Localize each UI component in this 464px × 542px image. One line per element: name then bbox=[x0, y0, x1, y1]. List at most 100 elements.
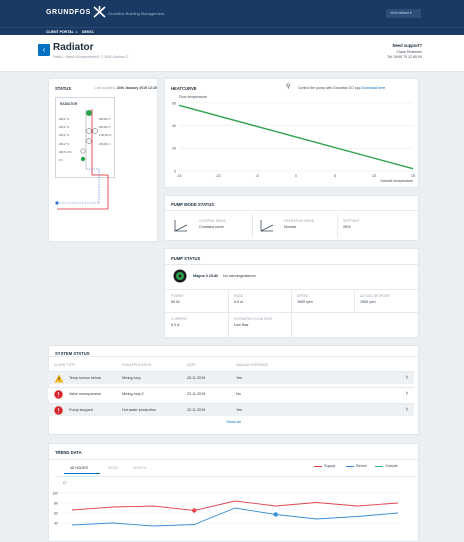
diagram-right-values: 250,00 m³ 250,00 m³ 2 20,00 m³ 200,00 m³ bbox=[99, 116, 111, 149]
metric-label: ESTIMATED FLOW RATE bbox=[234, 317, 273, 321]
metric-value: 0.0 A bbox=[171, 323, 180, 327]
control-curve-icon bbox=[174, 220, 188, 232]
alarm-date: 23.11.2019 bbox=[187, 392, 206, 396]
metric-label: POWER bbox=[171, 294, 184, 298]
pump-status-icon bbox=[173, 269, 187, 283]
setpoint-value: 28% bbox=[343, 225, 351, 229]
pump-mode-title: PUMP MODE STATUS bbox=[171, 202, 215, 207]
manual-override: Yes bbox=[236, 408, 243, 412]
column-header: DATE bbox=[187, 363, 196, 367]
last-updated-label: Last updated: bbox=[94, 86, 116, 90]
app-name: Grundfos Building Management bbox=[108, 11, 165, 16]
pump-message: No warnings/alarms bbox=[223, 274, 256, 278]
sub-application: Mixing loop 2 bbox=[122, 392, 144, 396]
download-link[interactable]: Download here bbox=[362, 86, 386, 90]
table-row[interactable]: Temp sensor failure Mixing loop 28.11.20… bbox=[48, 371, 414, 384]
left-value: 200,2 °C bbox=[59, 126, 70, 130]
left-value: 200,2 °C bbox=[59, 118, 70, 121]
legend-swatch-supply bbox=[314, 466, 322, 467]
metric-value: 1900 rpm bbox=[297, 300, 313, 304]
left-value: 200,6 m³/h bbox=[59, 150, 72, 154]
column-header: SUB APPLICATION bbox=[122, 363, 152, 367]
operating-mode-value: Normal bbox=[284, 225, 296, 229]
control-mode-label: CONTROL MODE bbox=[199, 219, 226, 223]
left-value: 200,2 °C bbox=[59, 142, 70, 146]
sub-application: Mixing loop bbox=[122, 376, 141, 380]
breadcrumb: CLIENT PORTAL ▸ DEKK1 bbox=[0, 27, 464, 35]
supply-line bbox=[71, 500, 399, 511]
alarm-type: Temp sensor failure bbox=[69, 376, 102, 380]
metric-label: SPEED bbox=[297, 294, 309, 298]
operating-mode-icon bbox=[260, 220, 274, 232]
metric-value: 50 W bbox=[171, 300, 180, 304]
active-tab-indicator bbox=[64, 473, 100, 474]
user-menu-dropdown[interactable]: View default ▾ bbox=[386, 9, 421, 18]
pump-mode-card: PUMP MODE STATUS CONTROL MODE Constant c… bbox=[164, 195, 420, 241]
heatcurve-control-text: Control the pump with Grundfos GO app bbox=[298, 86, 361, 90]
setpoint-label: SETPOINT bbox=[343, 219, 360, 223]
left-value: 0 h bbox=[59, 159, 63, 163]
trend-title: TREND DATA bbox=[55, 450, 82, 455]
table-row[interactable]: Pump stopped Hot water production 22.11.… bbox=[48, 403, 414, 416]
heatcurve-card: HEATCURVE ⚲ Control the pump with Grundf… bbox=[164, 78, 419, 188]
tab-48-hours[interactable]: 48 HOURS bbox=[70, 466, 88, 470]
metric-label: CURRENT bbox=[171, 317, 188, 321]
column-header: MANUAL OVERRIDE bbox=[236, 363, 268, 367]
metric-value: 0.0 m bbox=[234, 300, 244, 304]
sub-application: Hot water production bbox=[122, 408, 157, 412]
diagram-left-values: 200,2 °C 200,2 °C 200,2 °C 200,2 °C 200,… bbox=[59, 116, 71, 165]
alert-icon bbox=[54, 390, 63, 399]
control-mode-value: Constant curve bbox=[199, 225, 224, 229]
page-title: Radiator bbox=[53, 42, 94, 53]
top-bar: GRUNDFOS Grundfos Building Management Vi… bbox=[0, 0, 464, 27]
x-tick-label: 5 bbox=[334, 174, 336, 178]
grundfos-x-icon bbox=[93, 6, 106, 18]
support-info: Need support? Claus Pedersen Tel: 0045 7… bbox=[387, 43, 422, 61]
heatcurve-chart: Flow temperature 0 20 40 60 -15 -10 -5 0 5 10 15Out… bbox=[172, 95, 415, 183]
right-value: 250,00 m³ bbox=[99, 126, 111, 130]
supply-line-marker bbox=[192, 508, 197, 513]
pump-status-title: PUMP STATUS bbox=[171, 256, 201, 261]
x-tick-label: -5 bbox=[255, 174, 258, 178]
left-value: 200,2 °C bbox=[59, 134, 70, 138]
support-heading: Need support? bbox=[392, 43, 422, 48]
brand-logo: GRUNDFOS bbox=[46, 9, 91, 16]
y-tick-label: 100 bbox=[52, 491, 58, 495]
y-tick-label: 20 bbox=[172, 147, 176, 151]
status-title: STATUS bbox=[55, 86, 72, 91]
chevron-right-icon: › bbox=[405, 374, 408, 381]
x-tick-label: 15 bbox=[411, 174, 415, 178]
breadcrumb-dekk1[interactable]: DEKK1 bbox=[82, 30, 94, 34]
back-button[interactable]: ‹ bbox=[38, 44, 50, 56]
metric-value: Low flow bbox=[234, 323, 249, 327]
x-axis-label: Outside temperature bbox=[380, 179, 413, 183]
y-tick-label: 60 bbox=[172, 101, 176, 105]
pump-status-card: PUMP STATUS Magna 3 25-80 No warnings/al… bbox=[164, 248, 420, 339]
metric-value: 1900 rpm bbox=[360, 300, 376, 304]
metric-label: ACTUAL SETPOINT bbox=[360, 294, 391, 298]
manual-override: No bbox=[236, 392, 241, 396]
phone-app-icon: ⚲ bbox=[286, 84, 291, 90]
y-tick-label: 80 bbox=[54, 501, 58, 505]
trend-chart: C° 100 80 60 40 bbox=[52, 481, 400, 527]
table-row[interactable]: Valve unresponsive Mixing loop 2 23.11.2… bbox=[48, 387, 414, 400]
breadcrumb-client-portal[interactable]: CLIENT PORTAL bbox=[46, 30, 74, 34]
support-name: Claus Pedersen bbox=[396, 49, 422, 54]
pump-name: Magna 3 25-80 bbox=[193, 274, 219, 278]
support-tel[interactable]: Tel: 0045 70 12 85 00 bbox=[387, 55, 422, 59]
heatcurve-title: HEATCURVE bbox=[171, 86, 197, 91]
column-header: ALARM TYPE bbox=[54, 363, 75, 367]
y-tick-label: 0 bbox=[174, 169, 176, 173]
x-tick-label: 0 bbox=[295, 174, 297, 178]
warning-icon bbox=[54, 374, 64, 383]
x-tick-label: 10 bbox=[372, 174, 376, 178]
show-all-link[interactable]: Show all bbox=[48, 420, 419, 424]
manual-override: Yes bbox=[236, 376, 243, 380]
page-subtitle: Dekk1, Hørsk Kiimperresen® 2, 8000 Aarhu… bbox=[53, 55, 129, 59]
y-tick-label: 40 bbox=[54, 521, 58, 525]
tab-month[interactable]: MONTH bbox=[133, 466, 146, 470]
alert-icon bbox=[54, 406, 63, 415]
tab-week[interactable]: WEEK bbox=[108, 466, 119, 470]
metric-label: HEAD bbox=[234, 294, 244, 298]
legend-outside: Outside bbox=[385, 464, 398, 468]
